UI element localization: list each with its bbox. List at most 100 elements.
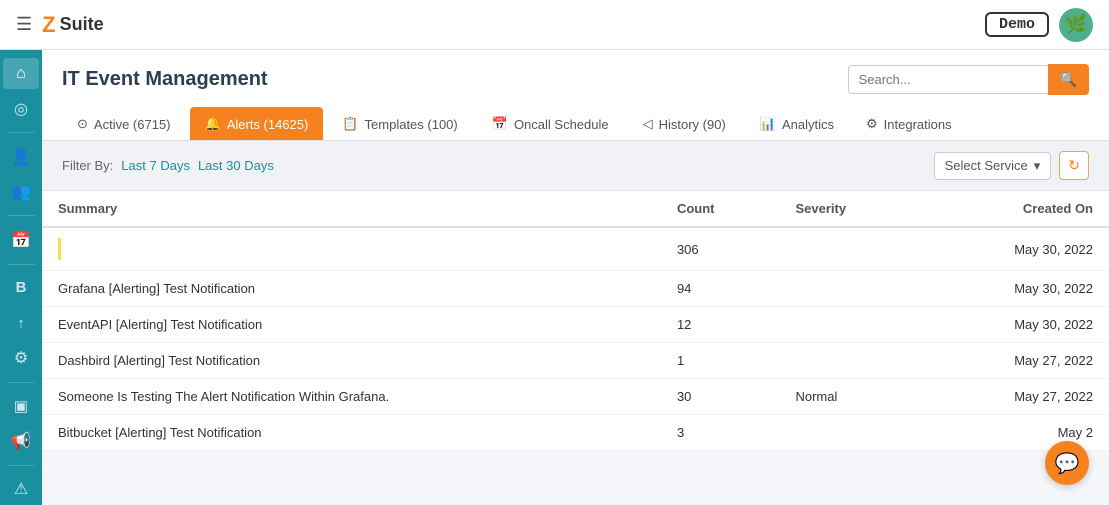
- search-button[interactable]: 🔍: [1048, 64, 1089, 95]
- filter-7days[interactable]: Last 7 Days: [121, 158, 190, 173]
- filter-by-label: Filter By:: [62, 158, 113, 173]
- logo-z: Z: [42, 12, 55, 38]
- tab-integrations[interactable]: ⚙ Integrations: [851, 107, 967, 140]
- filter-30days[interactable]: Last 30 Days: [198, 158, 274, 173]
- tabs: ⊙ Active (6715) 🔔 Alerts (14625) 📋 Templ…: [62, 107, 1089, 140]
- filter-right: Select Service ▾ ↻: [934, 151, 1089, 180]
- table-row: Dashbird [Alerting] Test Notification1 Ma…: [42, 343, 1109, 379]
- yellow-marker-icon: [58, 238, 61, 260]
- sidebar-item-calendar[interactable]: 📅: [3, 224, 39, 255]
- cell-summary[interactable]: Bitbucket [Alerting] Test Notification: [42, 415, 661, 451]
- sidebar-divider-3: [7, 264, 35, 265]
- sidebar-divider-4: [7, 382, 35, 383]
- tab-templates-label: Templates (100): [365, 117, 458, 132]
- sidebar: ⌂ ◎ 👤 👥 📅 B ↑ ⚙ ▣ 📢 ⚠: [0, 50, 42, 505]
- tab-history[interactable]: ◁ History (90): [628, 107, 741, 140]
- tab-alerts-label: Alerts (14625): [227, 117, 309, 132]
- sidebar-item-location[interactable]: ◎: [3, 93, 39, 124]
- tab-templates[interactable]: 📋 Templates (100): [327, 107, 472, 140]
- cell-created-on: May 30, 2022: [920, 271, 1109, 307]
- sidebar-divider-5: [7, 465, 35, 466]
- tab-alerts[interactable]: 🔔 Alerts (14625): [190, 107, 324, 140]
- search-input[interactable]: [848, 65, 1048, 94]
- table-row: Someone Is Testing The Alert Notificatio…: [42, 379, 1109, 415]
- sidebar-item-settings[interactable]: ⚙: [3, 343, 39, 374]
- col-severity: Severity: [779, 191, 920, 227]
- table-row: Bitbucket [Alerting] Test Notification3M…: [42, 415, 1109, 451]
- filter-bar: Filter By: Last 7 Days Last 30 Days Sele…: [42, 141, 1109, 191]
- cell-count: 1: [661, 343, 780, 379]
- sidebar-item-announce[interactable]: 📢: [3, 426, 39, 457]
- cell-summary[interactable]: Dashbird [Alerting] Test Notification: [42, 343, 661, 379]
- tab-integrations-label: Integrations: [884, 117, 952, 132]
- cell-summary[interactable]: EventAPI [Alerting] Test Notification: [42, 307, 661, 343]
- table-row: Grafana [Alerting] Test Notification94 Ma…: [42, 271, 1109, 307]
- table-header: Summary Count Severity Created On: [42, 191, 1109, 227]
- sidebar-divider-2: [7, 215, 35, 216]
- select-service-label: Select Service: [945, 158, 1028, 173]
- top-nav: ☰ Z Suite Demo 🌿: [0, 0, 1109, 50]
- cell-created-on: May 30, 2022: [920, 227, 1109, 271]
- sidebar-item-alert[interactable]: ⚠: [3, 474, 39, 505]
- col-summary: Summary: [42, 191, 661, 227]
- nav-right: Demo 🌿: [985, 8, 1093, 42]
- cell-created-on: May 27, 2022: [920, 379, 1109, 415]
- page-header: IT Event Management 🔍 ⊙ Active (6715) 🔔 …: [42, 50, 1109, 141]
- oncall-icon: 📅: [492, 116, 508, 132]
- nav-left: ☰ Z Suite: [16, 12, 104, 38]
- sidebar-item-users[interactable]: 👤: [3, 141, 39, 172]
- sidebar-item-chat[interactable]: ▣: [3, 391, 39, 422]
- hamburger-icon[interactable]: ☰: [16, 14, 32, 35]
- page-header-top: IT Event Management 🔍: [62, 64, 1089, 95]
- sidebar-item-team[interactable]: 👥: [3, 176, 39, 207]
- cell-severity: [779, 307, 920, 343]
- cell-summary: [42, 227, 661, 271]
- cell-count: 3: [661, 415, 780, 451]
- tab-history-label: History (90): [659, 117, 726, 132]
- refresh-button[interactable]: ↻: [1059, 151, 1089, 180]
- cell-summary[interactable]: Someone Is Testing The Alert Notificatio…: [42, 379, 661, 415]
- search-bar: 🔍: [848, 64, 1089, 95]
- col-created: Created On: [920, 191, 1109, 227]
- tab-active-label: Active (6715): [94, 117, 171, 132]
- main-content: IT Event Management 🔍 ⊙ Active (6715) 🔔 …: [42, 50, 1109, 505]
- cell-summary[interactable]: Grafana [Alerting] Test Notification: [42, 271, 661, 307]
- logo-word: Suite: [60, 14, 104, 35]
- cell-severity: Normal: [779, 379, 920, 415]
- templates-icon: 📋: [342, 116, 358, 132]
- table-body: 306May 30, 2022Grafana [Alerting] Test N…: [42, 227, 1109, 451]
- layout: ⌂ ◎ 👤 👥 📅 B ↑ ⚙ ▣ 📢 ⚠ IT Event Managemen…: [0, 50, 1109, 505]
- cell-count: 30: [661, 379, 780, 415]
- page-title: IT Event Management: [62, 68, 268, 91]
- avatar[interactable]: 🌿: [1059, 8, 1093, 42]
- sidebar-item-upload[interactable]: ↑: [3, 308, 39, 339]
- cell-count: 12: [661, 307, 780, 343]
- cell-severity: [779, 271, 920, 307]
- tab-analytics-label: Analytics: [782, 117, 834, 132]
- cell-count: 94: [661, 271, 780, 307]
- app-logo: Z Suite: [42, 12, 103, 38]
- cell-severity: [779, 415, 920, 451]
- alerts-icon: 🔔: [205, 116, 221, 132]
- cell-created-on: May 27, 2022: [920, 343, 1109, 379]
- tab-oncall[interactable]: 📅 Oncall Schedule: [477, 107, 624, 140]
- chevron-down-icon: ▾: [1034, 158, 1041, 174]
- tab-oncall-label: Oncall Schedule: [514, 117, 609, 132]
- tab-analytics[interactable]: 📊 Analytics: [745, 107, 849, 140]
- cell-count: 306: [661, 227, 780, 271]
- analytics-icon: 📊: [760, 116, 776, 132]
- table-row: EventAPI [Alerting] Test Notification12M…: [42, 307, 1109, 343]
- select-service-dropdown[interactable]: Select Service ▾: [934, 152, 1052, 180]
- sidebar-item-board[interactable]: B: [3, 272, 39, 303]
- filter-left: Filter By: Last 7 Days Last 30 Days: [62, 158, 274, 173]
- tab-active[interactable]: ⊙ Active (6715): [62, 107, 186, 140]
- chat-bubble-button[interactable]: 💬: [1045, 441, 1089, 485]
- demo-badge: Demo: [985, 12, 1049, 37]
- sidebar-item-home[interactable]: ⌂: [3, 58, 39, 89]
- cell-severity: [779, 227, 920, 271]
- alerts-table: Summary Count Severity Created On 306 May…: [42, 191, 1109, 451]
- col-count: Count: [661, 191, 780, 227]
- sidebar-divider-1: [7, 132, 35, 133]
- integrations-icon: ⚙: [866, 116, 878, 132]
- active-icon: ⊙: [77, 116, 88, 132]
